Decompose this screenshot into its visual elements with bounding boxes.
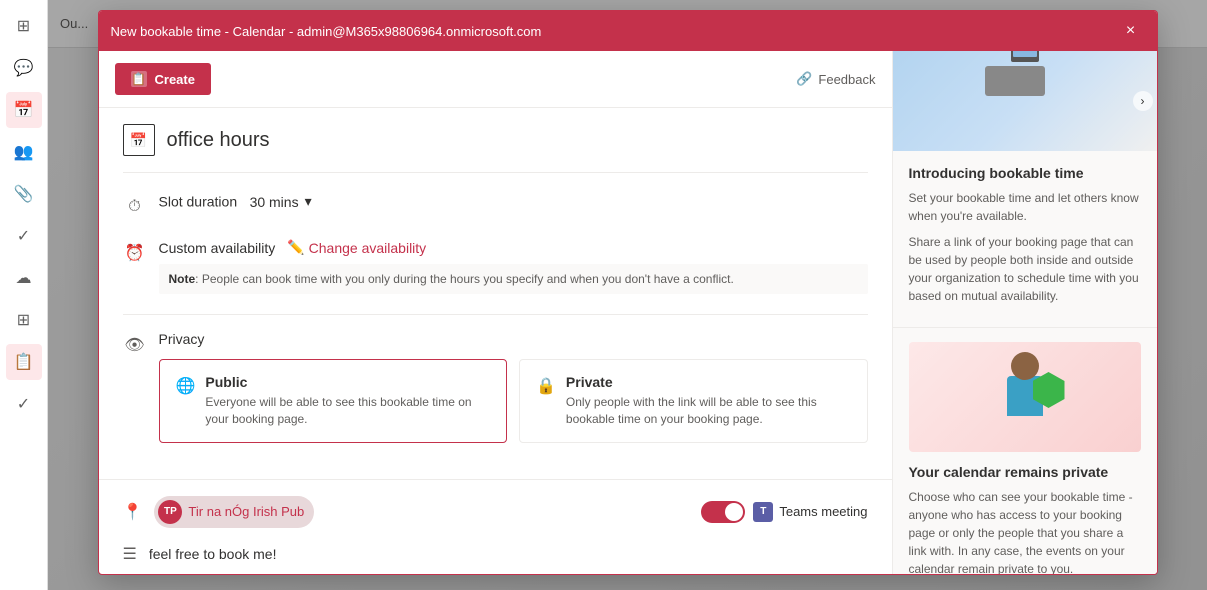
custom-availability-row: ⏰ Custom availability ✏️ Change availabi… <box>123 239 868 294</box>
modal-form: 📅 office hours ⏱ Slot duration 30 mins <box>99 108 892 479</box>
public-option-content: Public Everyone will be able to see this… <box>205 374 490 428</box>
info-image-2 <box>909 342 1141 452</box>
info-card-1: Introducing bookable time Set your booka… <box>893 151 1157 328</box>
privacy-options: 🌐 Public Everyone will be able to see th… <box>159 359 868 443</box>
person-head <box>1011 352 1039 380</box>
main-area: Ou... New bookable time - Calendar - adm… <box>48 0 1207 590</box>
info-card-2: Your calendar remains private Choose who… <box>893 328 1157 574</box>
availability-note: Note: People can book time with you only… <box>159 264 868 294</box>
modal-right-panel: › Introducing bookable time Set your boo… <box>892 51 1157 574</box>
modal-dialog: New bookable time - Calendar - admin@M36… <box>98 10 1158 575</box>
teams-icon: T <box>753 502 773 522</box>
right-scroll-button[interactable]: › <box>1133 91 1153 111</box>
privacy-row: 👁 Privacy 🌐 Public <box>123 331 868 443</box>
lock-icon: 🔒 <box>536 376 556 396</box>
sidebar-check-icon[interactable]: ✓ <box>6 218 42 254</box>
create-button-icon: 📋 <box>131 71 147 87</box>
change-availability-button[interactable]: ✏️ Change availability <box>287 239 426 256</box>
feedback-icon: 🔗 <box>796 71 812 87</box>
info-title-1: Introducing bookable time <box>909 165 1141 181</box>
desk-shape <box>985 66 1045 96</box>
modal-header: New bookable time - Calendar - admin@M36… <box>99 11 1157 51</box>
availability-content: Custom availability ✏️ Change availabili… <box>159 239 868 294</box>
modal-left-panel: 📋 Create 🔗 Feedback <box>99 51 892 574</box>
calendar-icon: 📅 <box>123 124 155 156</box>
sidebar: ⊞ 💬 📅 👥 📎 ✓ ☁ ⊞ 📋 ✓ <box>0 0 48 590</box>
modal-body: 📋 Create 🔗 Feedback <box>99 51 1157 574</box>
private-option-title: Private <box>566 374 851 390</box>
location-badge-avatar: TP <box>158 500 182 524</box>
sidebar-grid-icon[interactable]: ⊞ <box>6 302 42 338</box>
description-icon: ☰ <box>123 544 137 564</box>
modal-overlay: New bookable time - Calendar - admin@M36… <box>48 0 1207 590</box>
modal-close-button[interactable]: × <box>1117 17 1145 45</box>
privacy-option-private[interactable]: 🔒 Private Only people with the link will… <box>519 359 868 443</box>
teams-meeting-label: Teams meeting <box>779 504 867 519</box>
location-icon: 📍 <box>123 502 143 522</box>
edit-icon: ✏️ <box>287 239 304 256</box>
info-title-2: Your calendar remains private <box>909 464 1141 480</box>
sidebar-forms-icon[interactable]: 📋 <box>6 344 42 380</box>
desk-illustration <box>985 66 1065 136</box>
note-bold: Note <box>169 272 196 286</box>
info-text-1b: Share a link of your booking page that c… <box>909 233 1141 305</box>
location-badge[interactable]: TP Tir na nÓg Irish Pub <box>154 496 314 528</box>
sidebar-chat-icon[interactable]: 💬 <box>6 50 42 86</box>
change-availability-label: Change availability <box>309 240 427 256</box>
sidebar-calendar-icon[interactable]: 📅 <box>6 92 42 128</box>
public-option-title: Public <box>205 374 490 390</box>
privacy-label: Privacy <box>159 331 868 347</box>
location-row: 📍 TP Tir na nÓg Irish Pub T <box>99 479 892 544</box>
info-text-2: Choose who can see your bookable time - … <box>909 488 1141 574</box>
person-illustration <box>995 352 1055 442</box>
note-text: People can book time with you only durin… <box>202 272 734 286</box>
title-section: 📅 office hours <box>123 124 868 173</box>
modal-toolbar: 📋 Create 🔗 Feedback <box>99 51 892 108</box>
description-text[interactable]: feel free to book me! <box>149 546 277 562</box>
clock-icon: ⏱ <box>123 195 147 219</box>
sidebar-check2-icon[interactable]: ✓ <box>6 386 42 422</box>
slot-duration-content: Slot duration 30 mins ▾ <box>159 193 868 212</box>
create-button[interactable]: 📋 Create <box>115 63 211 95</box>
slot-duration-row: ⏱ Slot duration 30 mins ▾ <box>123 193 868 219</box>
sidebar-apps-icon[interactable]: ⊞ <box>6 8 42 44</box>
teams-toggle[interactable] <box>701 501 745 523</box>
private-option-desc: Only people with the link will be able t… <box>566 394 851 428</box>
slot-duration-dropdown[interactable]: 30 mins ▾ <box>250 193 312 211</box>
slot-duration-value: 30 mins <box>250 194 299 210</box>
availability-label: Custom availability <box>159 240 276 256</box>
sidebar-attach-icon[interactable]: 📎 <box>6 176 42 212</box>
public-option-desc: Everyone will be able to see this bookab… <box>205 394 490 428</box>
feedback-label: Feedback <box>818 72 875 87</box>
privacy-icon: 👁 <box>123 333 147 357</box>
sidebar-people-icon[interactable]: 👥 <box>6 134 42 170</box>
create-button-label: Create <box>155 72 195 87</box>
sidebar-cloud-icon[interactable]: ☁ <box>6 260 42 296</box>
info-image-1: › <box>893 51 1157 151</box>
teams-toggle-area: T Teams meeting <box>701 501 867 523</box>
teams-label: T Teams meeting <box>753 502 867 522</box>
availability-row: Custom availability ✏️ Change availabili… <box>159 239 868 256</box>
event-title[interactable]: office hours <box>167 129 270 152</box>
location-badge-label: Tir na nÓg Irish Pub <box>188 504 304 519</box>
modal-title: New bookable time - Calendar - admin@M36… <box>111 24 542 39</box>
globe-icon: 🌐 <box>176 376 196 396</box>
separator-1 <box>123 314 868 315</box>
chevron-down-icon: ▾ <box>305 193 312 210</box>
info-text-1a: Set your bookable time and let others kn… <box>909 189 1141 225</box>
description-row: ☰ feel free to book me! <box>99 544 892 574</box>
private-option-content: Private Only people with the link will b… <box>566 374 851 428</box>
availability-clock-icon: ⏰ <box>123 241 147 265</box>
monitor-shape <box>1011 51 1039 62</box>
feedback-link[interactable]: 🔗 Feedback <box>796 71 875 87</box>
slot-duration-label: Slot duration <box>159 194 238 210</box>
privacy-content: Privacy 🌐 Public Everyone will be able t… <box>159 331 868 443</box>
privacy-option-public[interactable]: 🌐 Public Everyone will be able to see th… <box>159 359 508 443</box>
info-panel: › Introducing bookable time Set your boo… <box>893 51 1157 574</box>
location-badge-initials: TP <box>164 506 177 517</box>
